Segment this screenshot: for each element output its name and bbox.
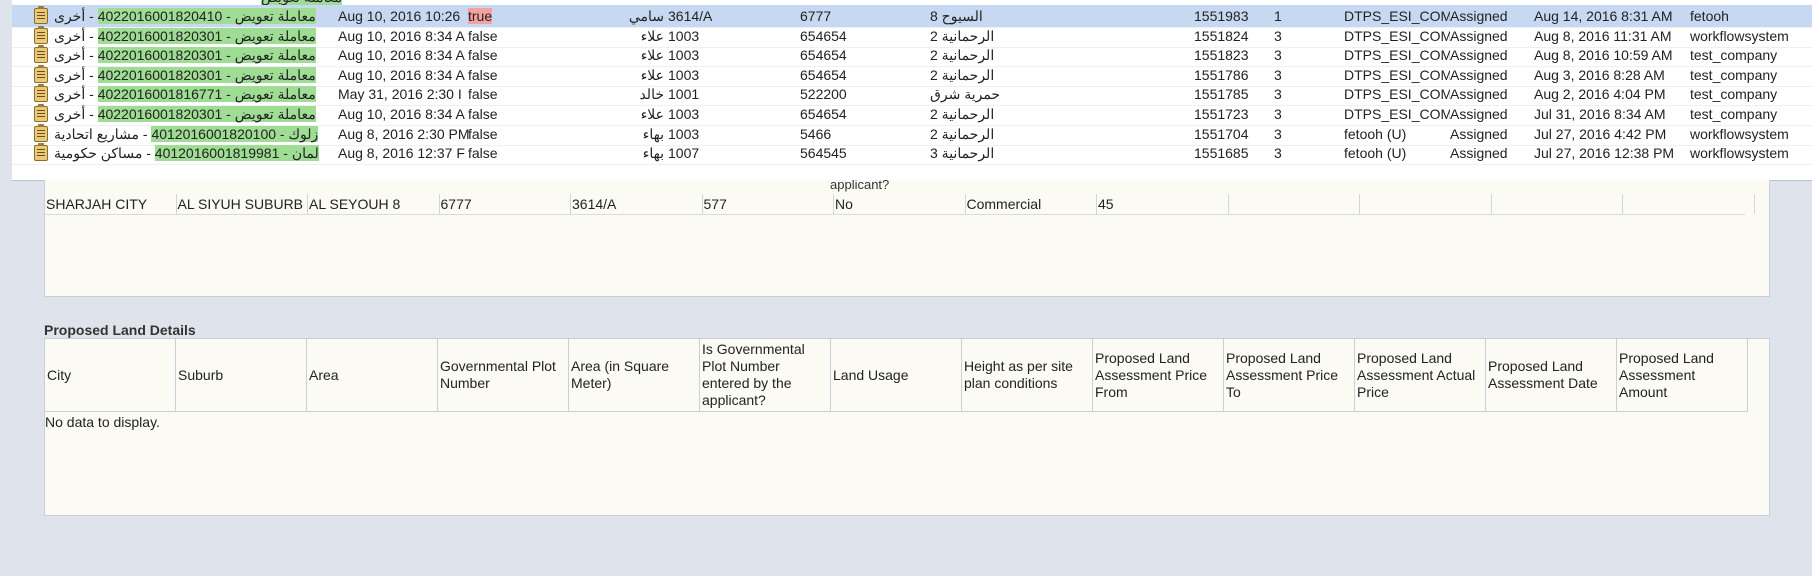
column-header-label: Proposed Land Assessment Price From bbox=[1095, 349, 1208, 400]
separator: - bbox=[85, 66, 98, 83]
task-reference: 4012016001819981 - لمان bbox=[154, 145, 319, 162]
column-header[interactable]: Proposed Land Assessment Price To bbox=[1224, 339, 1355, 411]
task-reference: 4022016001820301 - معاملة تعويض bbox=[97, 27, 316, 44]
table-header-row: City Suburb Area Governmental Plot Number Ar… bbox=[45, 339, 1748, 412]
task-priority: 3 bbox=[1274, 145, 1282, 162]
column-header[interactable]: Is Governmental Plot Number entered by t… bbox=[700, 339, 831, 411]
clipboard-icon bbox=[34, 143, 48, 162]
clipboard-icon bbox=[34, 104, 48, 122]
task-reference: 4022016001820410 - معاملة تعويض bbox=[97, 8, 316, 24]
column-header-label: Suburb bbox=[178, 366, 224, 383]
table-cell: 3614/A bbox=[571, 194, 703, 214]
task-reference: 4022016001820301 - معاملة تعويض bbox=[97, 47, 316, 64]
table-cell: 6777 bbox=[440, 194, 571, 214]
column-header[interactable]: Land Usage bbox=[831, 339, 962, 411]
column-header-fragment: applicant? bbox=[830, 180, 890, 192]
column-header[interactable]: Proposed Land Assessment Price From bbox=[1093, 339, 1224, 411]
task-area: الرحمانية 3 bbox=[930, 145, 995, 162]
task-description: مساكن حكومية - 4012016001819981 - لمان bbox=[54, 142, 342, 164]
column-header[interactable]: City bbox=[45, 339, 176, 411]
task-number: 1551685 bbox=[1194, 145, 1249, 162]
task-state: Assigned bbox=[1450, 145, 1508, 162]
clipboard-icon bbox=[34, 64, 48, 83]
column-header-label: Height as per site plan conditions bbox=[964, 358, 1073, 391]
separator: - bbox=[85, 47, 98, 64]
table-cell: SHARJAH CITY bbox=[45, 194, 177, 214]
column-header[interactable]: Suburb bbox=[176, 339, 307, 411]
task-category: مشاريع اتحادية bbox=[54, 125, 139, 142]
clipboard-icon bbox=[34, 84, 48, 103]
task-category: أخرى bbox=[54, 47, 86, 64]
task-category: مساكن حكومية bbox=[54, 145, 143, 162]
separator: - bbox=[85, 86, 98, 103]
current-land-row[interactable]: SHARJAH CITY AL SIYUH SUBURB AL SEYOUH 8 67… bbox=[45, 194, 1755, 215]
table-row[interactable]: مساكن حكومية - 4012016001819981 - لمان Au… bbox=[12, 142, 1812, 167]
column-header[interactable]: Area bbox=[307, 339, 438, 411]
task-category: أخرى bbox=[54, 27, 86, 44]
task-reference: 4022016001820301 - معاملة تعويض bbox=[97, 106, 316, 122]
column-header-label: Is Governmental Plot Number entered by t… bbox=[702, 341, 805, 408]
task-user: بهاء bbox=[642, 145, 664, 162]
separator: - bbox=[85, 106, 98, 122]
column-header[interactable]: Proposed Land Assessment Amount bbox=[1617, 339, 1748, 411]
table-cell bbox=[1623, 194, 1755, 214]
column-header[interactable]: Governmental Plot Number bbox=[438, 339, 569, 411]
table-cell: AL SEYOUH 8 bbox=[308, 194, 440, 214]
table-cell: 577 bbox=[703, 194, 834, 214]
separator: - bbox=[142, 145, 155, 162]
task-category: أخرى bbox=[54, 106, 86, 122]
table-cell bbox=[1492, 194, 1623, 214]
table-cell bbox=[1360, 194, 1492, 214]
column-header-label: Proposed Land Assessment Date bbox=[1488, 358, 1598, 391]
table-cell: 45 bbox=[1097, 194, 1229, 214]
column-header[interactable]: Proposed Land Assessment Actual Price bbox=[1355, 339, 1486, 411]
separator: - bbox=[85, 8, 98, 24]
task-flag: false bbox=[468, 145, 498, 162]
task-reference: 4022016001816771 - معاملة تعويض bbox=[97, 86, 316, 103]
clipboard-icon bbox=[34, 45, 48, 64]
task-list: معاملة تعويضأخرى - 4022016001820410 - مع… bbox=[12, 0, 1812, 181]
column-header-label: Area (in Square Meter) bbox=[571, 358, 670, 391]
column-header-label: City bbox=[47, 366, 72, 383]
task-category: أخرى bbox=[54, 86, 86, 103]
column-header-label: Proposed Land Assessment Amount bbox=[1619, 349, 1714, 400]
column-header-label: Area bbox=[309, 366, 339, 383]
clipboard-icon bbox=[34, 25, 48, 44]
proposed-land-details-table: City Suburb Area Governmental Plot Number Ar… bbox=[44, 338, 1770, 516]
table-cell: Commercial bbox=[966, 194, 1097, 214]
table-cell bbox=[1755, 194, 1812, 214]
task-queue: fetooh (U) bbox=[1344, 145, 1407, 162]
column-header-label: Governmental Plot Number bbox=[440, 358, 556, 391]
task-icon[interactable] bbox=[34, 142, 52, 167]
column-header[interactable]: Proposed Land Assessment Date bbox=[1486, 339, 1617, 411]
empty-message: No data to display. bbox=[45, 414, 160, 430]
task-category: أخرى bbox=[54, 66, 86, 83]
table-cell: No bbox=[834, 194, 966, 214]
column-header-label: Proposed Land Assessment Actual Price bbox=[1357, 349, 1476, 400]
separator: - bbox=[138, 125, 152, 142]
clipboard-icon bbox=[34, 123, 48, 142]
task-reference: 4012016001820100 - زلوك bbox=[151, 125, 319, 142]
task-reference: 4022016001820301 - معاملة تعويض bbox=[97, 66, 316, 83]
column-header[interactable]: Area (in Square Meter) bbox=[569, 339, 700, 411]
column-header-label: Proposed Land Assessment Price To bbox=[1226, 349, 1339, 400]
separator: - bbox=[85, 27, 98, 44]
task-category: أخرى bbox=[54, 8, 86, 24]
section-title: Proposed Land Details bbox=[44, 322, 196, 338]
task-plot: 1007 bbox=[668, 145, 700, 162]
clipboard-icon bbox=[34, 6, 48, 24]
task-assigned-date: Jul 27, 2016 12:38 PM bbox=[1534, 145, 1675, 162]
column-header[interactable]: Height as per site plan conditions bbox=[962, 339, 1093, 411]
current-land-details-panel: applicant? SHARJAH CITY AL SIYUH SUBURB AL… bbox=[44, 180, 1770, 297]
task-date: Aug 8, 2016 12:37 F bbox=[338, 145, 465, 162]
table-cell bbox=[1229, 194, 1360, 214]
table-cell: AL SIYUH SUBURB bbox=[177, 194, 308, 214]
task-assigned-by: workflowsystem bbox=[1690, 145, 1789, 162]
column-header-label: Land Usage bbox=[833, 366, 909, 383]
task-plot-number: 564545 bbox=[800, 145, 847, 162]
